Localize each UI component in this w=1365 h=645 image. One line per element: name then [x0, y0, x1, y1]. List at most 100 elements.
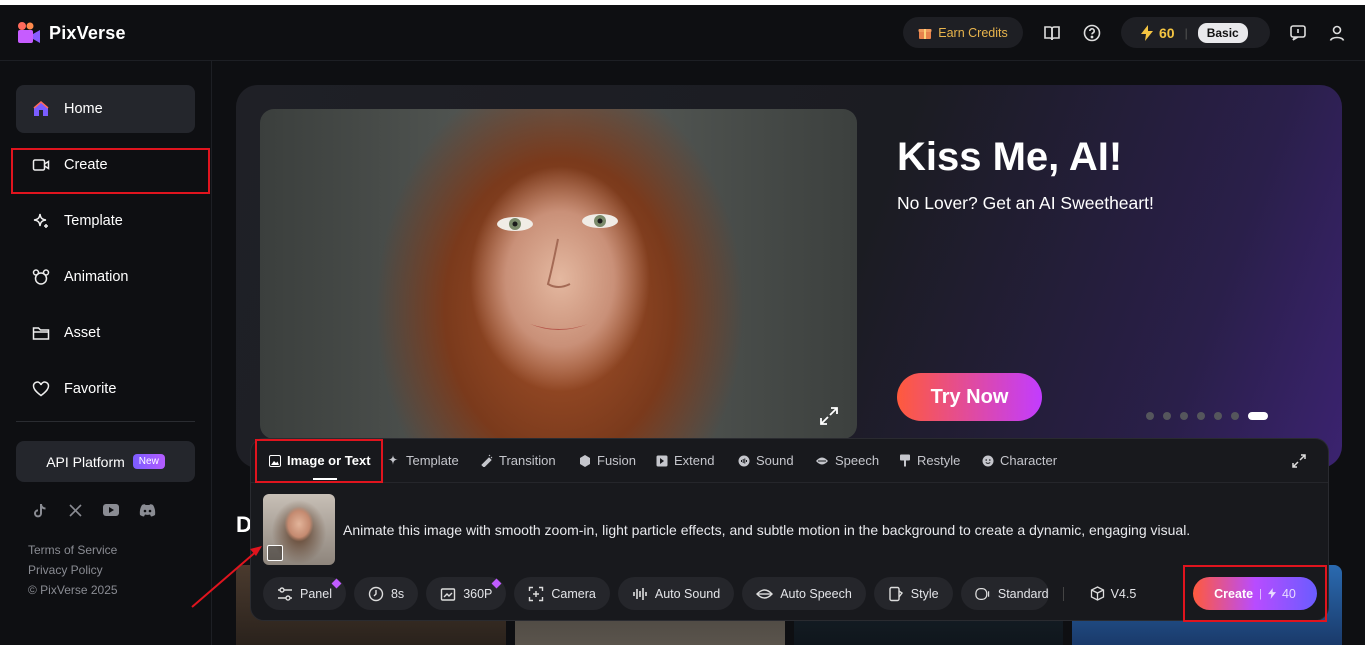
camera-frame-icon [529, 586, 544, 601]
expand-icon[interactable] [818, 405, 840, 427]
extend-icon [656, 455, 668, 466]
credits-separator: | [1184, 25, 1188, 40]
resolution-option-button[interactable]: 360P [426, 577, 507, 610]
active-tab-indicator [313, 478, 337, 480]
create-button[interactable]: Create | 40 [1193, 577, 1317, 610]
tab-label: Fusion [597, 453, 637, 468]
style-option-button[interactable]: Style [873, 577, 953, 610]
privacy-link[interactable]: Privacy Policy [28, 563, 103, 577]
tab-label: Sound [756, 453, 794, 468]
model-version-selector[interactable]: V4.5 [1090, 586, 1137, 601]
mode-tabs: Image or Text Template Transition Fusion… [251, 439, 1328, 483]
sidebar-item-create[interactable]: Create [16, 141, 195, 189]
sidebar-divider [16, 421, 195, 422]
sidebar-item-template[interactable]: Template [16, 197, 195, 245]
book-icon[interactable] [1041, 22, 1063, 44]
option-label: 360P [463, 586, 493, 601]
tab-transition[interactable]: Transition [480, 439, 556, 482]
sidebar-item-label: Animation [64, 269, 129, 285]
carousel-dot[interactable] [1163, 412, 1171, 420]
fullscreen-icon[interactable] [1291, 439, 1307, 482]
credits-display[interactable]: 60 | Basic [1121, 17, 1270, 48]
style-icon [889, 586, 903, 601]
hero-banner: Kiss Me, AI! No Lover? Get an AI Sweethe… [236, 85, 1342, 468]
premium-gem-icon [331, 578, 342, 589]
terms-link[interactable]: Terms of Service [28, 543, 117, 557]
earn-credits-label: Earn Credits [938, 25, 1008, 40]
api-platform-button[interactable]: API Platform New [16, 441, 195, 482]
create-cost: 40 [1281, 586, 1296, 601]
carousel-dot[interactable] [1180, 412, 1188, 420]
panel-option-button[interactable]: Panel [263, 577, 346, 610]
tab-restyle[interactable]: Restyle [899, 439, 960, 482]
tab-label: Extend [674, 453, 715, 468]
logo[interactable]: PixVerse [17, 21, 126, 45]
gift-icon [918, 28, 932, 39]
lightning-icon [1141, 24, 1153, 41]
folder-icon [32, 324, 50, 342]
sidebar: Home Create Template Animation Asset Fav… [0, 61, 212, 645]
sidebar-item-label: Home [64, 101, 103, 117]
tab-character[interactable]: Character [982, 439, 1057, 482]
hero-image[interactable] [260, 109, 857, 439]
option-label: Style [910, 586, 939, 601]
carousel-dot[interactable] [1197, 412, 1205, 420]
clock-icon [368, 586, 384, 601]
auto-sound-option-button[interactable]: Auto Sound [617, 577, 735, 610]
x-twitter-icon[interactable] [66, 501, 84, 519]
pixverse-logo-icon [17, 21, 41, 45]
transition-icon [481, 454, 493, 467]
create-separator: | [1259, 587, 1262, 600]
carousel-dots [1146, 412, 1268, 420]
user-icon[interactable] [1326, 22, 1348, 44]
image-icon [267, 545, 283, 561]
plan-badge[interactable]: Basic [1197, 22, 1248, 43]
carousel-dot[interactable] [1231, 412, 1239, 420]
tab-image-or-text[interactable]: Image or Text [269, 439, 371, 482]
copyright-text: © PixVerse 2025 [28, 583, 118, 597]
sidebar-item-label: Create [64, 157, 108, 173]
fusion-icon [580, 454, 590, 467]
carousel-dot-active[interactable] [1248, 412, 1268, 420]
credit-count: 60 [1159, 24, 1175, 41]
tab-sound[interactable]: Sound [738, 439, 794, 482]
camera-option-button[interactable]: Camera [514, 577, 610, 610]
sound-icon [738, 455, 750, 466]
feedback-icon[interactable] [1287, 22, 1309, 44]
prompt-text[interactable]: Animate this image with smooth zoom-in, … [343, 522, 1190, 538]
sidebar-item-label: Favorite [64, 381, 117, 397]
youtube-icon[interactable] [102, 501, 120, 519]
tab-extend[interactable]: Extend [656, 439, 714, 482]
tab-template[interactable]: Template [387, 439, 459, 482]
duration-option-button[interactable]: 8s [353, 577, 419, 610]
help-icon[interactable] [1081, 22, 1103, 44]
sidebar-item-home[interactable]: Home [16, 85, 195, 133]
api-platform-label: API Platform [46, 453, 125, 470]
sidebar-item-animation[interactable]: Animation [16, 253, 195, 301]
discord-icon[interactable] [138, 501, 156, 519]
sidebar-item-favorite[interactable]: Favorite [16, 365, 195, 413]
tab-fusion[interactable]: Fusion [579, 439, 636, 482]
generation-options: Panel 8s 360P Camera Auto Sound Auto Spe… [263, 577, 1148, 610]
restyle-icon [900, 454, 910, 467]
try-now-button[interactable]: Try Now [897, 373, 1042, 421]
options-separator [1062, 586, 1064, 601]
create-label: Create [1214, 586, 1254, 601]
carousel-dot[interactable] [1146, 412, 1154, 420]
sliders-icon [278, 586, 292, 601]
tab-label: Speech [835, 453, 880, 468]
earn-credits-button[interactable]: Earn Credits [903, 17, 1023, 48]
sidebar-item-asset[interactable]: Asset [16, 309, 195, 357]
quality-option-button[interactable]: Standard [960, 577, 1049, 610]
option-label: 8s [390, 586, 405, 601]
lightning-icon [1267, 588, 1276, 599]
carousel-dot[interactable] [1214, 412, 1222, 420]
uploaded-image-thumbnail[interactable] [263, 494, 335, 565]
tab-speech[interactable]: Speech [815, 439, 879, 482]
hero-title: Kiss Me, AI! [897, 135, 1123, 179]
auto-speech-option-button[interactable]: Auto Speech [742, 577, 866, 610]
option-label: V4.5 [1110, 586, 1137, 601]
tab-label: Transition [499, 453, 556, 468]
tiktok-icon[interactable] [30, 501, 48, 519]
character-icon [982, 455, 994, 466]
